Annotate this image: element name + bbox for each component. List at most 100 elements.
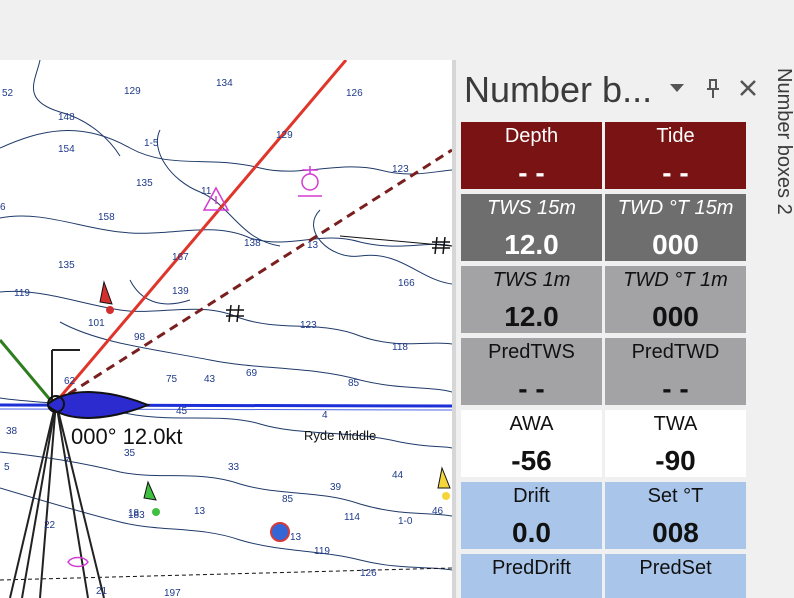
number-box-value: - -	[662, 157, 689, 188]
close-icon[interactable]	[738, 78, 758, 98]
number-box-label: Tide	[656, 125, 695, 147]
sounding: 62	[64, 376, 76, 387]
sounding: 38	[6, 426, 18, 437]
number-box-value: -56	[511, 445, 552, 476]
sounding: 119	[314, 546, 330, 557]
number-box-label: TWS 15m	[487, 197, 576, 219]
number-box-value: - -	[518, 157, 545, 188]
number-box-tws-15m[interactable]: TWS 15m 12.0	[461, 194, 602, 261]
number-box-set[interactable]: Set °T 008	[605, 482, 746, 549]
number-box-label: PredTWD	[631, 341, 720, 363]
sounding: 13	[307, 240, 319, 251]
number-box-twd-15m[interactable]: TWD °T 15m 000	[605, 194, 746, 261]
blue-red-buoy-icon	[270, 522, 290, 542]
number-box-label: TWD °T 1m	[623, 269, 728, 291]
number-box-predtwd[interactable]: PredTWD - -	[605, 338, 746, 405]
sounding: 123	[392, 164, 409, 175]
sounding: 114	[344, 512, 360, 523]
sounding: 134	[216, 78, 233, 89]
number-box-predset[interactable]: PredSet	[605, 554, 746, 598]
sounding: 13	[194, 506, 206, 517]
sounding: 46	[432, 506, 444, 517]
sounding: 39	[330, 482, 342, 493]
sounding: 158	[98, 212, 115, 223]
sounding: 148	[58, 112, 75, 123]
number-boxes-panel: Number b... Depth - - Tide - - TWS 15m 1…	[456, 60, 770, 598]
boat-heading-speed-readout: 000° 12.0kt	[71, 424, 183, 449]
number-box-twa[interactable]: TWA -90	[605, 410, 746, 477]
sounding: 101	[88, 318, 105, 329]
number-box-value: 000	[652, 229, 699, 260]
number-box-label: TWD °T 15m	[617, 197, 734, 219]
sounding: 44	[392, 470, 404, 481]
number-box-value: 12.0	[504, 301, 559, 332]
number-box-drift[interactable]: Drift 0.0	[461, 482, 602, 549]
red-buoy-icon	[99, 280, 114, 314]
number-box-label: PredSet	[639, 557, 712, 579]
number-box-label: Set °T	[647, 485, 704, 507]
place-name-label: Ryde Middle	[304, 428, 377, 443]
green-buoy-icon	[143, 480, 160, 516]
number-box-value: 000	[652, 301, 699, 332]
number-box-label: PredTWS	[488, 341, 575, 363]
sounding: 43	[204, 374, 216, 385]
sounding: 183	[128, 510, 145, 521]
sounding: 7	[64, 456, 70, 467]
number-box-value: -90	[655, 445, 696, 476]
sounding: 98	[134, 332, 146, 343]
sounding: 135	[136, 178, 153, 189]
pin-icon[interactable]	[704, 78, 722, 100]
number-box-label: TWA	[653, 413, 698, 435]
sounding: 129	[276, 130, 293, 141]
number-box-value: 008	[652, 517, 699, 548]
number-box-predtws[interactable]: PredTWS - -	[461, 338, 602, 405]
sounding: 11	[201, 186, 212, 197]
sounding: 21	[96, 586, 108, 597]
number-box-label: Depth	[504, 125, 559, 147]
sounding: 126	[360, 568, 377, 579]
sounding: 13	[290, 532, 302, 543]
number-box-twd-1m[interactable]: TWD °T 1m 000	[605, 266, 746, 333]
dropdown-arrow-icon[interactable]	[668, 82, 686, 94]
sounding: 119	[14, 288, 30, 299]
number-box-value: - -	[518, 373, 545, 404]
sounding: 135	[58, 260, 75, 271]
number-box-preddrift[interactable]: PredDrift	[461, 554, 602, 598]
panel-title: Number b...	[464, 69, 653, 110]
number-box-value: 0.0	[512, 517, 551, 548]
sounding: 166	[398, 278, 415, 289]
number-box-tide[interactable]: Tide - -	[605, 122, 746, 189]
sounding: 85	[282, 494, 294, 505]
sounding: 138	[244, 238, 261, 249]
sounding: 85	[348, 378, 360, 389]
number-box-label: Drift	[513, 485, 550, 507]
sounding: 126	[346, 88, 363, 99]
sounding: 33	[228, 462, 240, 473]
number-box-depth[interactable]: Depth - -	[461, 122, 602, 189]
sounding: 154	[58, 144, 75, 155]
sounding: 45	[176, 406, 188, 417]
title-bar	[0, 0, 794, 61]
sounding: 5	[4, 462, 10, 473]
sounding: 75	[166, 374, 178, 385]
sounding: 6	[0, 202, 6, 213]
yellow-buoy-icon	[437, 466, 451, 500]
sounding: 1-0	[398, 516, 413, 527]
nautical-chart[interactable]: 52 129 134 126 148 1-5 154 129 135 11 12…	[0, 60, 452, 598]
side-tab-label[interactable]: Number boxes 2	[772, 68, 794, 215]
sounding: 52	[2, 88, 14, 99]
number-box-label: PredDrift	[492, 557, 571, 579]
number-box-value: - -	[662, 373, 689, 404]
sounding: 139	[172, 286, 189, 297]
number-box-value: 12.0	[504, 229, 559, 260]
number-box-label: AWA	[509, 413, 554, 435]
number-box-awa[interactable]: AWA -56	[461, 410, 602, 477]
number-box-tws-1m[interactable]: TWS 1m 12.0	[461, 266, 602, 333]
chart-canvas[interactable]	[0, 60, 452, 598]
sounding: 129	[124, 86, 141, 97]
sounding: 167	[172, 252, 189, 263]
magenta-marker-icon	[67, 556, 89, 568]
sounding: 118	[392, 342, 408, 353]
sounding: 22	[44, 520, 56, 531]
sounding: 123	[300, 320, 317, 331]
